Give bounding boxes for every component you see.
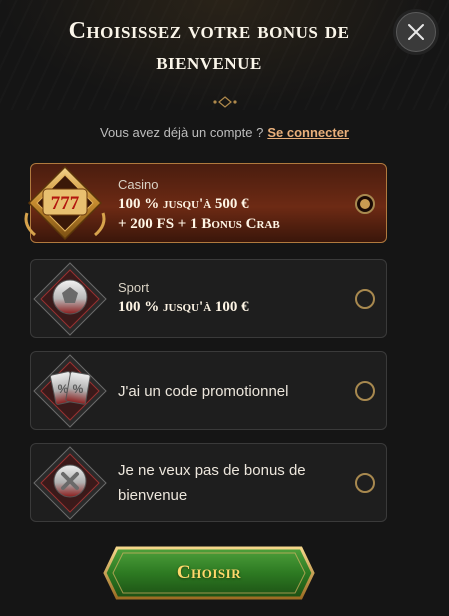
login-prompt: Vous avez déjà un compte ? Se connecter <box>0 125 449 140</box>
option-label: Casino <box>118 177 159 192</box>
bonus-option-no-bonus[interactable]: Je ne veux pas de bonus de bienvenue <box>30 443 387 522</box>
radio-promo-code[interactable] <box>355 381 375 401</box>
soccer-ball-icon <box>33 261 107 336</box>
choose-button[interactable]: Choisir <box>103 546 315 600</box>
no-bonus-icon <box>33 445 107 520</box>
login-link[interactable]: Se connecter <box>267 125 349 140</box>
radio-no-bonus[interactable] <box>355 473 375 493</box>
close-icon <box>408 24 424 40</box>
promo-coupon-icon: % % <box>33 353 107 428</box>
page-title: Choisissez votre bonus de bienvenue <box>68 18 350 75</box>
bonus-option-promo-code[interactable]: % % J'ai un code promotionnel <box>30 351 387 430</box>
radio-casino[interactable] <box>355 194 375 214</box>
slot-777-icon: 777 <box>24 165 106 241</box>
svg-text:%: % <box>58 382 69 396</box>
bonus-option-sport[interactable]: Sport 100 % jusqu'à 100 € <box>30 259 387 338</box>
offer-line-1: 100 % jusqu'à 500 € <box>118 196 249 212</box>
title-divider <box>55 96 395 108</box>
option-label: Sport <box>118 280 150 295</box>
option-text: J'ai un code promotionnel <box>118 383 289 400</box>
radio-sport[interactable] <box>355 289 375 309</box>
offer-line-2: + 200 FS + 1 Bonus Crab <box>118 216 280 232</box>
svg-text:%: % <box>73 382 84 396</box>
option-text-line-2: bienvenue <box>118 487 188 504</box>
login-prompt-text: Vous avez déjà un compte ? <box>100 125 264 140</box>
option-text-line-1: Je ne veux pas de bonus de <box>118 462 306 479</box>
svg-text:777: 777 <box>51 193 80 214</box>
bonus-option-casino[interactable]: 777 Casino 100 % jusqu'à 500 € + 200 FS … <box>24 163 387 243</box>
close-button[interactable] <box>396 12 436 52</box>
choose-button-label: Choisir <box>176 562 242 583</box>
offer-line-1: 100 % jusqu'à 100 € <box>118 299 249 315</box>
